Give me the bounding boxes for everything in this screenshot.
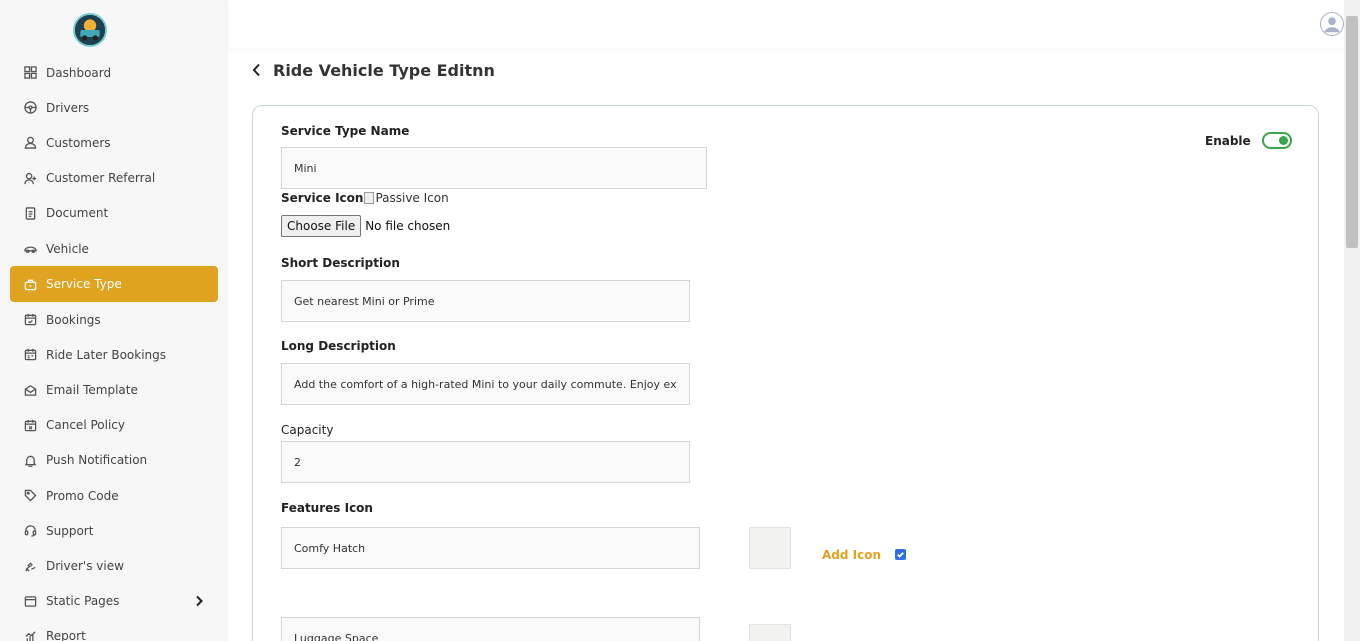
bell-icon xyxy=(23,453,37,467)
short-description-input[interactable] xyxy=(281,280,690,322)
long-description-input[interactable] xyxy=(281,363,690,405)
logo-icon xyxy=(75,15,105,45)
service-icon-image: Passive Icon xyxy=(364,191,449,205)
enable-toggle-group: Enable xyxy=(1205,132,1292,149)
tag-icon xyxy=(23,489,37,503)
sidebar-item-label: Promo Code xyxy=(46,488,119,503)
long-description-label: Long Description xyxy=(281,339,396,353)
sidebar-item-promo-code[interactable]: Promo Code xyxy=(10,478,218,513)
check-icon xyxy=(897,552,904,558)
headset-icon xyxy=(23,524,37,538)
choose-file-button[interactable]: Choose File xyxy=(281,215,362,237)
service-icon-row: Service Icon Passive Icon xyxy=(281,191,449,205)
sidebar-item-drivers-view[interactable]: Driver's view xyxy=(10,548,218,583)
calendar-x-icon xyxy=(23,418,37,432)
sidebar-item-label: Bookings xyxy=(46,312,101,327)
sidebar-item-label: Static Pages xyxy=(46,594,120,609)
file-status-text: No file chosen xyxy=(365,219,451,233)
sidebar-item-label: Service Type xyxy=(46,277,122,292)
sidebar-item-push-notification[interactable]: Push Notification xyxy=(10,443,218,478)
steering-wheel-icon xyxy=(23,101,37,115)
app-logo[interactable] xyxy=(73,13,107,47)
sidebar-item-vehicle[interactable]: Vehicle xyxy=(10,231,218,266)
file-upload: Choose File No file chosen xyxy=(281,215,450,237)
chevron-right-icon[interactable] xyxy=(194,595,204,607)
sidebar-item-customers[interactable]: Customers xyxy=(10,125,218,160)
feature-icon-preview-1 xyxy=(749,527,791,569)
sidebar-item-label: Customer Referral xyxy=(46,171,156,186)
car-icon xyxy=(23,242,37,256)
capacity-label: Capacity xyxy=(281,423,334,437)
envelope-icon xyxy=(23,383,37,397)
sidebar-item-label: Email Template xyxy=(46,383,138,398)
sidebar: Dashboard Drivers Customers Customer Ref… xyxy=(0,0,228,641)
service-icon-label: Service Icon xyxy=(281,191,364,205)
sidebar-item-label: Drivers xyxy=(46,100,90,115)
calendar-clock-icon xyxy=(23,348,37,362)
short-description-label: Short Description xyxy=(281,256,400,270)
sidebar-nav: Dashboard Drivers Customers Customer Ref… xyxy=(10,55,218,641)
browser-window-icon xyxy=(23,594,37,608)
sidebar-item-email-template[interactable]: Email Template xyxy=(10,373,218,408)
page-scrollbar[interactable] xyxy=(1344,0,1360,641)
enable-label: Enable xyxy=(1205,133,1251,148)
sidebar-item-document[interactable]: Document xyxy=(10,196,218,231)
feature-input-1[interactable] xyxy=(281,527,700,569)
user-avatar-icon[interactable] xyxy=(1320,12,1344,36)
briefcase-icon xyxy=(23,277,37,291)
report-chart-icon xyxy=(23,629,37,641)
sidebar-item-support[interactable]: Support xyxy=(10,513,218,548)
service-icon-alt-text: Passive Icon xyxy=(375,191,449,205)
sidebar-item-customer-referral[interactable]: Customer Referral xyxy=(10,161,218,196)
top-bar xyxy=(228,0,1344,48)
sidebar-item-service-type[interactable]: Service Type xyxy=(10,266,218,303)
sidebar-item-label: Driver's view xyxy=(46,559,124,574)
user-plus-icon xyxy=(23,171,37,185)
service-type-name-input[interactable] xyxy=(281,147,707,189)
document-icon xyxy=(23,206,37,220)
sidebar-item-ride-later-bookings[interactable]: Ride Later Bookings xyxy=(10,337,218,372)
sidebar-item-label: Cancel Policy xyxy=(46,418,125,433)
user-icon xyxy=(23,136,37,150)
toggle-knob xyxy=(1278,136,1288,145)
sidebar-item-cancel-policy[interactable]: Cancel Policy xyxy=(10,408,218,443)
broken-image-icon xyxy=(364,192,375,204)
grid-icon xyxy=(23,66,37,80)
sidebar-item-label: Ride Later Bookings xyxy=(46,347,167,362)
sidebar-item-label: Document xyxy=(46,206,109,221)
scrollbar-thumb[interactable] xyxy=(1346,16,1358,248)
sidebar-item-label: Customers xyxy=(46,135,111,150)
sidebar-item-bookings[interactable]: Bookings xyxy=(10,302,218,337)
sidebar-item-report[interactable]: Report xyxy=(10,619,218,641)
add-icon-button[interactable]: Add Icon xyxy=(822,548,881,562)
sidebar-item-label: Support xyxy=(46,523,94,538)
sidebar-item-static-pages[interactable]: Static Pages xyxy=(10,584,218,619)
service-type-name-label: Service Type Name xyxy=(281,124,410,138)
driver-view-icon xyxy=(23,559,37,573)
capacity-input[interactable] xyxy=(281,441,690,483)
feature-checkbox-1[interactable] xyxy=(895,549,906,560)
enable-toggle[interactable] xyxy=(1261,132,1292,149)
back-arrow-icon[interactable] xyxy=(252,60,266,80)
features-icon-label: Features Icon xyxy=(281,501,373,515)
page-title: Ride Vehicle Type Editnn xyxy=(273,60,495,80)
sidebar-item-label: Vehicle xyxy=(46,241,89,256)
feature-input-2[interactable] xyxy=(281,617,700,641)
sidebar-item-dashboard[interactable]: Dashboard xyxy=(10,55,218,90)
sidebar-item-label: Report xyxy=(46,629,86,641)
sidebar-item-label: Dashboard xyxy=(46,65,112,80)
sidebar-item-label: Push Notification xyxy=(46,453,148,468)
feature-icon-preview-2 xyxy=(749,624,791,641)
page-header: Ride Vehicle Type Editnn xyxy=(252,60,495,80)
sidebar-item-drivers[interactable]: Drivers xyxy=(10,90,218,125)
calendar-icon xyxy=(23,313,37,327)
